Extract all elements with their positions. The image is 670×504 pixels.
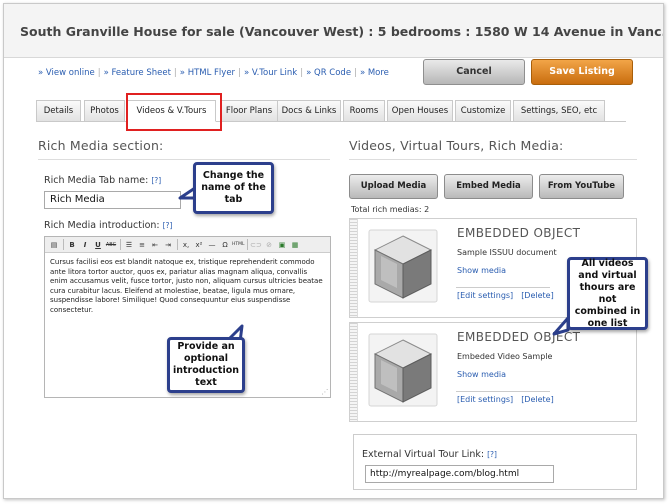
special-char-icon[interactable]: Ω	[219, 239, 231, 251]
tab-floor-plans[interactable]: Floor Plans	[220, 100, 278, 122]
media-subtitle: Embeded Video Sample	[457, 352, 553, 361]
media-actions: [Edit settings] [Delete]	[457, 395, 562, 404]
tab-customize[interactable]: Customize	[455, 100, 511, 122]
indent-icon[interactable]: ⇥	[162, 239, 174, 251]
edit-settings-link[interactable]: [Edit settings]	[457, 395, 513, 404]
toolbar-separator	[177, 239, 178, 250]
resize-grip-icon[interactable]: ⋰	[321, 388, 329, 396]
tab-bar: Details Photos Videos & V.Tours Floor Pl…	[36, 100, 626, 122]
tab-docs-links[interactable]: Docs & Links	[277, 100, 341, 122]
help-link[interactable]: [?]	[163, 221, 173, 230]
delete-link[interactable]: [Delete]	[521, 291, 554, 300]
callout-combined-list: All videos and virtual thours are not co…	[567, 257, 648, 330]
listing-editor-window: South Granville House for sale (Vancouve…	[3, 3, 664, 499]
media-divider	[456, 287, 550, 288]
tab-name-label: Rich Media Tab name: [?]	[44, 175, 162, 186]
tab-settings-seo[interactable]: Settings, SEO, etc	[513, 100, 605, 122]
callout-intro: Provide an optional introduction text	[167, 337, 245, 393]
section-divider	[38, 159, 330, 160]
top-links: » View online |» Feature Sheet |» HTML Fly…	[38, 68, 389, 78]
tab-open-houses[interactable]: Open Houses	[387, 100, 453, 122]
link-qr-code[interactable]: » QR Code	[306, 68, 351, 78]
from-youtube-button[interactable]: From YouTube	[539, 174, 624, 199]
underline-icon[interactable]: U	[92, 239, 104, 251]
numbered-list-icon[interactable]: ≡	[136, 239, 148, 251]
drag-handle[interactable]	[350, 219, 358, 317]
page-title: South Granville House for sale (Vancouve…	[20, 24, 664, 39]
media-divider	[456, 391, 550, 392]
subscript-icon[interactable]: x,	[180, 239, 192, 251]
bold-icon[interactable]: B	[66, 239, 78, 251]
tab-photos[interactable]: Photos	[84, 100, 125, 122]
toolbar-separator	[120, 239, 121, 250]
tab-details[interactable]: Details	[36, 100, 81, 122]
total-rich-medias: Total rich medias: 2	[351, 205, 430, 214]
media-item: EMBEDDED OBJECT Embeded Video Sample Sho…	[349, 322, 637, 422]
help-link[interactable]: [?]	[151, 176, 161, 185]
superscript-icon[interactable]: x²	[193, 239, 205, 251]
cancel-button[interactable]: Cancel	[423, 59, 525, 85]
link-more[interactable]: » More	[360, 68, 389, 78]
outdent-icon[interactable]: ⇤	[149, 239, 161, 251]
drag-handle[interactable]	[350, 323, 358, 421]
embedded-object-cube-icon	[368, 333, 438, 407]
editor-toolbar: ▤ B I U ABC ☰ ≡ ⇤ ⇥ x, x² — Ω HTML ⊂⊃ ⊘ …	[45, 237, 330, 253]
external-vtour-box: External Virtual Tour Link: [?]	[353, 434, 637, 490]
insert-image-icon[interactable]: ▣	[276, 239, 288, 251]
paste-icon[interactable]: ▤	[48, 239, 60, 251]
link-feature-sheet[interactable]: » Feature Sheet	[104, 68, 171, 78]
media-actions: [Edit settings] [Delete]	[457, 291, 562, 300]
unlink-icon[interactable]: ⊘	[263, 239, 275, 251]
show-media-link[interactable]: Show media	[457, 370, 506, 379]
videos-section-title: Videos, Virtual Tours, Rich Media:	[349, 138, 564, 153]
horizontal-rule-icon[interactable]: —	[206, 239, 218, 251]
show-media-link[interactable]: Show media	[457, 266, 506, 275]
tab-videos-vtours[interactable]: Videos & V.Tours	[127, 100, 216, 122]
bullet-list-icon[interactable]: ☰	[123, 239, 135, 251]
insert-media-icon[interactable]: ▦	[289, 239, 301, 251]
section-divider	[349, 159, 637, 160]
link-icon[interactable]: ⊂⊃	[250, 239, 262, 251]
toolbar-separator	[63, 239, 64, 250]
media-subtitle: Sample ISSUU document	[457, 248, 557, 257]
tab-rooms[interactable]: Rooms	[343, 100, 385, 122]
strikethrough-icon[interactable]: ABC	[105, 239, 117, 251]
link-view-online[interactable]: » View online	[38, 68, 95, 78]
tab-name-input[interactable]: Rich Media	[44, 191, 181, 209]
delete-link[interactable]: [Delete]	[521, 395, 554, 404]
intro-label: Rich Media introduction: [?]	[44, 220, 173, 231]
link-vtour[interactable]: » V.Tour Link	[244, 68, 297, 78]
toolbar-separator	[247, 239, 248, 250]
help-link[interactable]: [?]	[487, 450, 497, 459]
edit-settings-link[interactable]: [Edit settings]	[457, 291, 513, 300]
link-html-flyer[interactable]: » HTML Flyer	[180, 68, 235, 78]
save-listing-button[interactable]: Save Listing	[531, 59, 633, 85]
italic-icon[interactable]: I	[79, 239, 91, 251]
html-source-icon[interactable]: HTML	[232, 239, 245, 251]
rich-media-section-title: Rich Media section:	[38, 138, 164, 153]
embed-media-button[interactable]: Embed Media	[444, 174, 533, 199]
external-vtour-label: External Virtual Tour Link: [?]	[362, 449, 497, 460]
media-title: EMBEDDED OBJECT	[457, 226, 581, 240]
editor-content[interactable]: Cursus facilisi eos est blandit natoque …	[45, 253, 330, 320]
callout-tab-name: Change the name of the tab	[193, 162, 274, 214]
embedded-object-cube-icon	[368, 229, 438, 303]
header-bar: South Granville House for sale (Vancouve…	[4, 4, 663, 58]
external-vtour-input[interactable]	[365, 465, 554, 483]
upload-media-button[interactable]: Upload Media	[349, 174, 438, 199]
